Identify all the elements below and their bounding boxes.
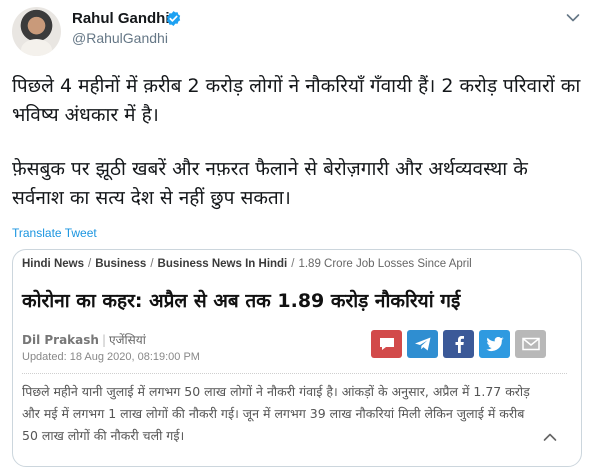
telegram-icon — [414, 337, 430, 351]
chevron-up-icon[interactable] — [543, 432, 557, 442]
breadcrumb: Hindi News / Business / Business News In Hin… — [22, 258, 472, 270]
breadcrumb-item-business[interactable]: Business — [95, 258, 146, 270]
article-summary: पिछले महीने यानी जुलाई में लगभग 50 लाख ल… — [22, 384, 530, 443]
twitter-share-button[interactable] — [479, 330, 510, 358]
chevron-down-icon[interactable] — [566, 13, 580, 23]
divider — [22, 373, 567, 374]
author-handle[interactable]: @RahulGandhi — [72, 30, 168, 46]
article-headline: कोरोना का कहर: अप्रैल से अब तक 1.89 करोड… — [22, 290, 461, 312]
verified-badge-icon — [166, 11, 181, 26]
breadcrumb-current: 1.89 Crore Job Losses Since April — [298, 258, 472, 270]
byline-separator: | — [101, 333, 106, 347]
author-name[interactable]: Rahul Gandhi — [72, 10, 170, 27]
avatar[interactable] — [12, 7, 61, 56]
link-preview-card[interactable]: Hindi News / Business / Business News In Hin… — [12, 249, 582, 467]
comment-icon — [379, 338, 394, 350]
breadcrumb-separator: / — [87, 258, 92, 270]
author-name-label: Dil Prakash — [22, 333, 99, 347]
mail-icon — [521, 337, 540, 351]
mail-share-button[interactable] — [515, 330, 546, 358]
translate-tweet-link[interactable]: Translate Tweet — [12, 226, 97, 240]
facebook-icon — [455, 336, 464, 353]
tweet-text: पिछले 4 महीनों में क़रीब 2 करोड़ लोगों न… — [12, 72, 584, 213]
breadcrumb-separator: / — [291, 258, 295, 270]
breadcrumb-item-hindi-news[interactable]: Hindi News — [22, 258, 84, 270]
breadcrumb-separator: / — [150, 258, 154, 270]
breadcrumb-item-business-news[interactable]: Business News In Hindi — [158, 258, 288, 270]
comment-share-button[interactable] — [371, 330, 402, 358]
tweet-paragraph-1: पिछले 4 महीनों में क़रीब 2 करोड़ लोगों न… — [12, 75, 581, 126]
agency-label: एजेंसियां — [109, 333, 146, 347]
facebook-share-button[interactable] — [443, 330, 474, 358]
updated-timestamp: Updated: 18 Aug 2020, 08:19:00 PM — [22, 351, 200, 363]
telegram-share-button[interactable] — [407, 330, 438, 358]
article-byline: Dil Prakash | एजेंसियां — [22, 331, 146, 348]
twitter-icon — [485, 336, 504, 351]
tweet-paragraph-2: फ़ेसबुक पर झूठी खबरें और नफ़रत फैलाने से… — [12, 158, 528, 209]
